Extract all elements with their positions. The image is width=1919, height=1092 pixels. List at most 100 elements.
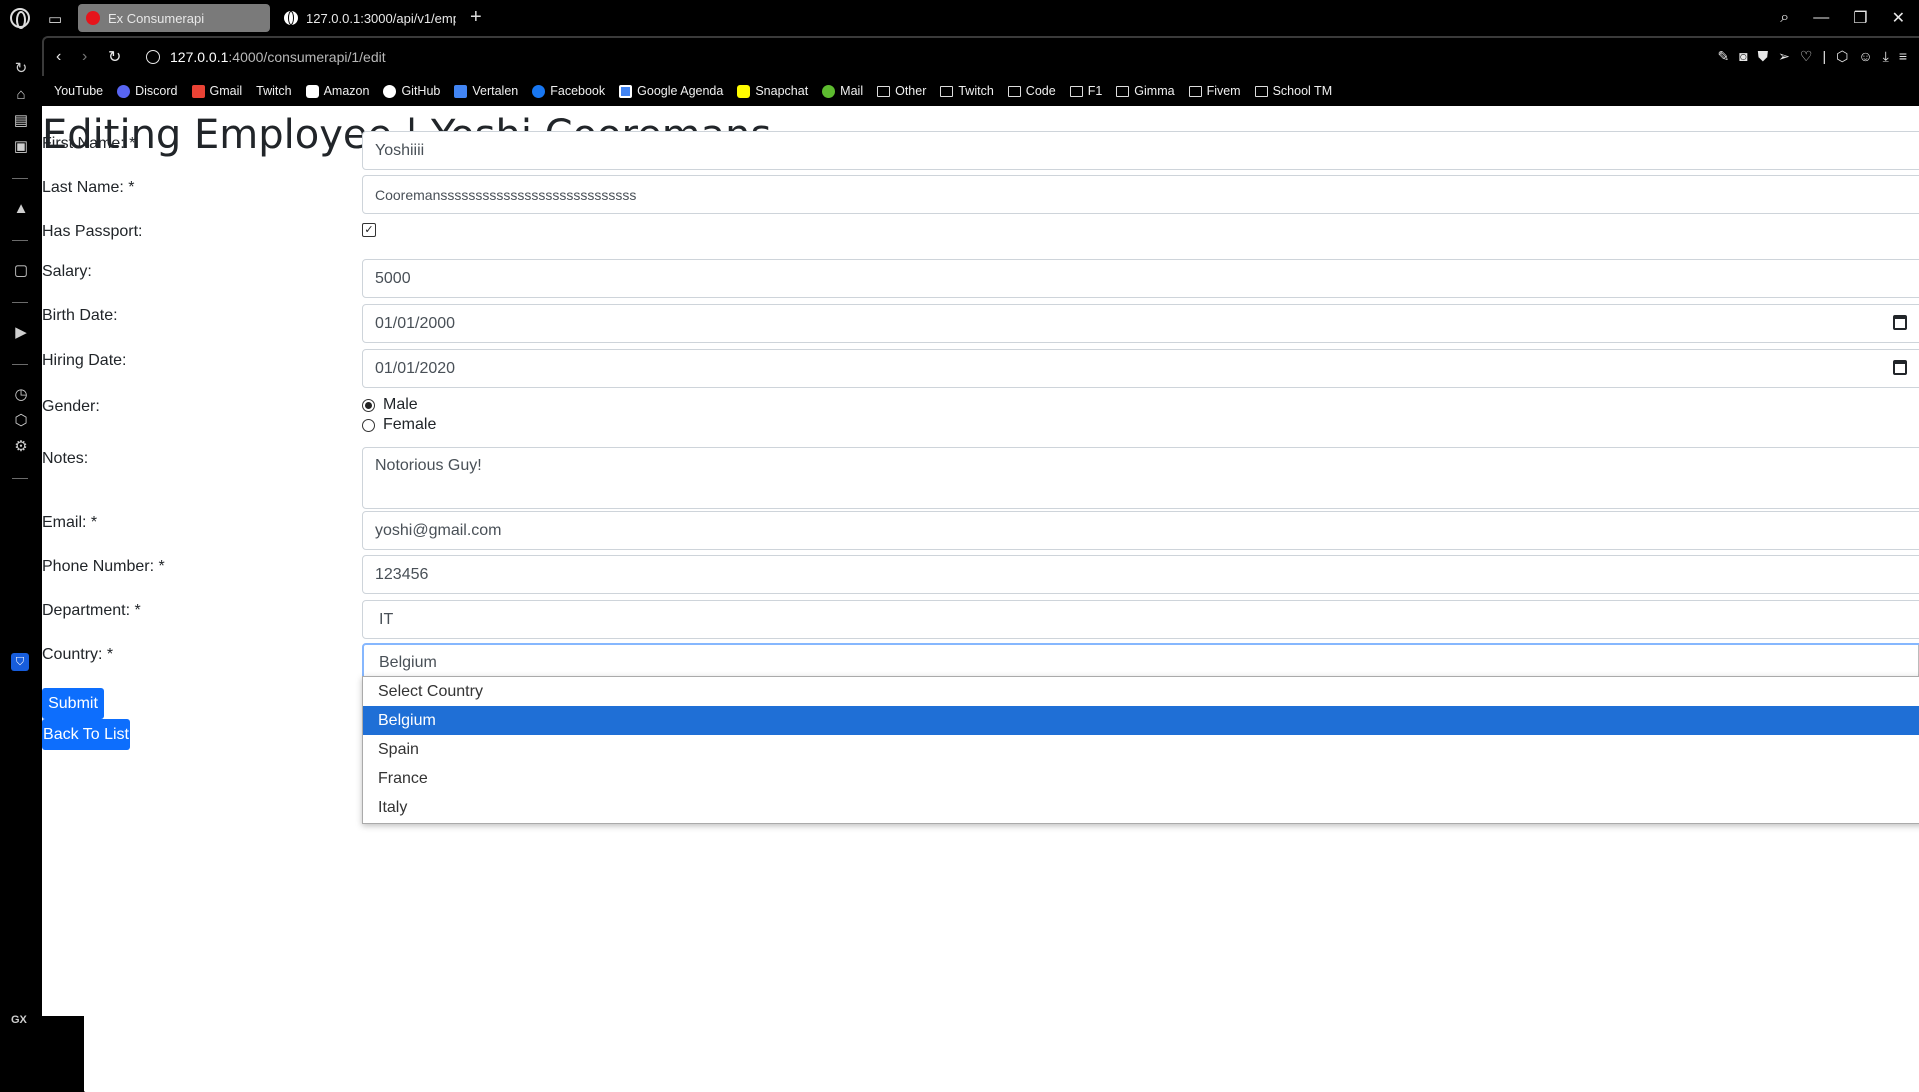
bookmark-label: Twitch — [256, 84, 292, 98]
bookmark-item[interactable]: Twitch — [940, 84, 994, 98]
country-option[interactable]: Spain — [363, 735, 1919, 764]
bookmark-item[interactable]: GitHub — [383, 84, 440, 98]
bookmark-label: School TM — [1272, 84, 1333, 98]
gx-corner-icon[interactable]: ▤ — [12, 112, 30, 130]
bookmark-label: Discord — [135, 84, 178, 98]
heart-icon[interactable]: ♡ — [1800, 48, 1813, 65]
bookmark-label: Amazon — [323, 84, 370, 98]
easy-setup-icon[interactable]: ✎ — [1717, 48, 1729, 65]
radio-button[interactable] — [362, 418, 375, 432]
department-value: IT — [379, 610, 394, 628]
bookmark-item[interactable]: Gimma — [1116, 84, 1175, 98]
url-field[interactable]: 127.0.0.1:4000/consumerapi/1/edit — [170, 49, 386, 65]
notes-textarea[interactable]: Notorious Guy! — [362, 447, 1919, 509]
send-icon[interactable]: ➢ — [1778, 48, 1790, 65]
forward-icon[interactable]: › — [82, 48, 96, 66]
last-name-input[interactable]: Cooremanssssssssssssssssssssssssssss — [362, 175, 1919, 214]
window-controls: ⌕ — ❐ ✕ — [1780, 0, 1919, 36]
bookmark-item[interactable]: Code — [1007, 84, 1056, 98]
country-option[interactable]: Belgium — [363, 706, 1919, 735]
calendar-icon[interactable] — [1893, 360, 1907, 375]
tab-active[interactable]: Ex Consumerapi — [78, 4, 270, 32]
last-name-label: Last Name: * — [42, 179, 135, 196]
bookmark-label: Mail — [840, 84, 864, 98]
bookmark-label: Gmail — [209, 84, 243, 98]
sidebar-divider — [12, 240, 28, 241]
department-select[interactable]: IT ⌄ — [362, 600, 1919, 639]
aria-icon[interactable]: ▲ — [12, 200, 30, 218]
bookmark-item[interactable]: Other — [877, 84, 926, 98]
bookmark-item[interactable]: Amazon — [305, 84, 370, 98]
notes-label: Notes: — [42, 450, 89, 467]
close-icon[interactable]: ✕ — [1892, 8, 1905, 28]
snapshot-icon[interactable]: ◙ — [1739, 48, 1747, 65]
settings-icon[interactable]: ⚙ — [12, 438, 30, 456]
birth-date-input[interactable]: 01/01/2000 — [362, 304, 1919, 343]
reload-icon[interactable]: ↻ — [108, 47, 122, 67]
has-passport-checkbox[interactable]: ✓ — [362, 223, 376, 237]
sidebar-divider — [12, 178, 28, 179]
bookmark-item[interactable]: Twitch — [84, 84, 1919, 1092]
phone-input[interactable]: 123456 — [362, 555, 1919, 594]
twitch-icon[interactable]: ▢ — [12, 262, 30, 280]
birth-date-value: 01/01/2000 — [375, 314, 456, 332]
bookmark-label: Google Agenda — [637, 84, 724, 98]
gender-option-male[interactable]: Male — [362, 396, 418, 414]
bookmark-item[interactable]: Snapchat — [737, 84, 808, 98]
history-icon[interactable]: ◷ — [12, 386, 30, 404]
bookmark-label: Vertalen — [472, 84, 519, 98]
bookmark-item[interactable]: School TM — [1254, 84, 1333, 98]
speed-dial-icon[interactable]: ↻ — [12, 60, 30, 78]
submit-button[interactable]: Submit — [42, 688, 104, 719]
new-tab-icon[interactable]: + — [470, 6, 482, 29]
restore-icon[interactable]: ❐ — [1853, 8, 1867, 28]
first-name-input[interactable]: Yoshiiii — [362, 131, 1919, 170]
calendar-icon[interactable] — [1893, 315, 1907, 330]
country-option[interactable]: France — [363, 764, 1919, 793]
bitwarden-icon[interactable]: ⛉ — [11, 653, 29, 671]
bookmark-label: Facebook — [550, 84, 606, 98]
bookmark-label: Other — [895, 84, 927, 98]
url-host: 127.0.0.1 — [170, 49, 229, 65]
bookmark-item[interactable]: F1 — [1069, 84, 1102, 98]
bookmark-item[interactable]: Gmail — [191, 84, 243, 98]
extensions-icon[interactable]: ⬡ — [12, 412, 30, 430]
bookmark-item[interactable]: Fivem — [1188, 84, 1241, 98]
folder-icon — [1254, 85, 1268, 97]
gx-control-icon[interactable]: ⌂ — [12, 86, 30, 104]
bookmark-item[interactable]: Facebook — [532, 84, 605, 98]
bookmark-item[interactable]: Vertalen — [454, 84, 518, 98]
bookmark-item[interactable]: Discord — [117, 84, 178, 98]
recording-dot-icon — [86, 11, 100, 25]
back-to-list-button[interactable]: Back To List — [42, 719, 130, 750]
minimize-icon[interactable]: — — [1813, 9, 1829, 27]
tab-islands-icon[interactable]: ▭ — [48, 10, 62, 28]
tab-inactive[interactable]: 127.0.0.1:3000/api/v1/emp — [276, 4, 456, 32]
country-dropdown-list: Select Country Belgium Spain France Italy — [362, 676, 1919, 824]
country-option[interactable]: Select Country — [363, 677, 1919, 706]
gender-option-female[interactable]: Female — [362, 416, 436, 434]
download-icon[interactable]: ⤓ — [1883, 48, 1889, 65]
tab-label: 127.0.0.1:3000/api/v1/emp — [306, 10, 456, 26]
hiring-date-label: Hiring Date: — [42, 352, 127, 369]
site-info-icon[interactable] — [146, 50, 160, 64]
back-icon[interactable]: ‹ — [56, 48, 70, 66]
extensions-icon[interactable]: ⬡ — [1836, 48, 1848, 65]
opera-logo-icon[interactable] — [10, 8, 30, 29]
radio-button[interactable] — [362, 398, 375, 412]
bookmark-item[interactable]: Mail — [822, 84, 863, 98]
bookmark-item[interactable]: Google Agenda — [619, 84, 723, 98]
salary-input[interactable]: 5000 — [362, 259, 1919, 298]
news-icon[interactable]: ▣ — [12, 138, 30, 156]
profile-icon[interactable]: ☺ — [1858, 48, 1872, 65]
menu-icon[interactable]: ≡ — [1899, 48, 1907, 65]
email-input[interactable]: yoshi@gmail.com — [362, 511, 1919, 550]
country-option[interactable]: Italy — [363, 793, 1919, 822]
bookmark-label: Code — [1025, 84, 1056, 98]
search-icon[interactable]: ⌕ — [1780, 9, 1789, 27]
hiring-date-input[interactable]: 01/01/2020 — [362, 349, 1919, 388]
player-icon[interactable]: ▶ — [12, 324, 30, 342]
bookmark-item[interactable]: YouTube — [54, 84, 1919, 1092]
vpn-icon[interactable]: ⛊ — [1758, 48, 1769, 65]
address-bar: ‹ › ↻ 127.0.0.1:4000/consumerapi/1/edit … — [42, 36, 1919, 76]
